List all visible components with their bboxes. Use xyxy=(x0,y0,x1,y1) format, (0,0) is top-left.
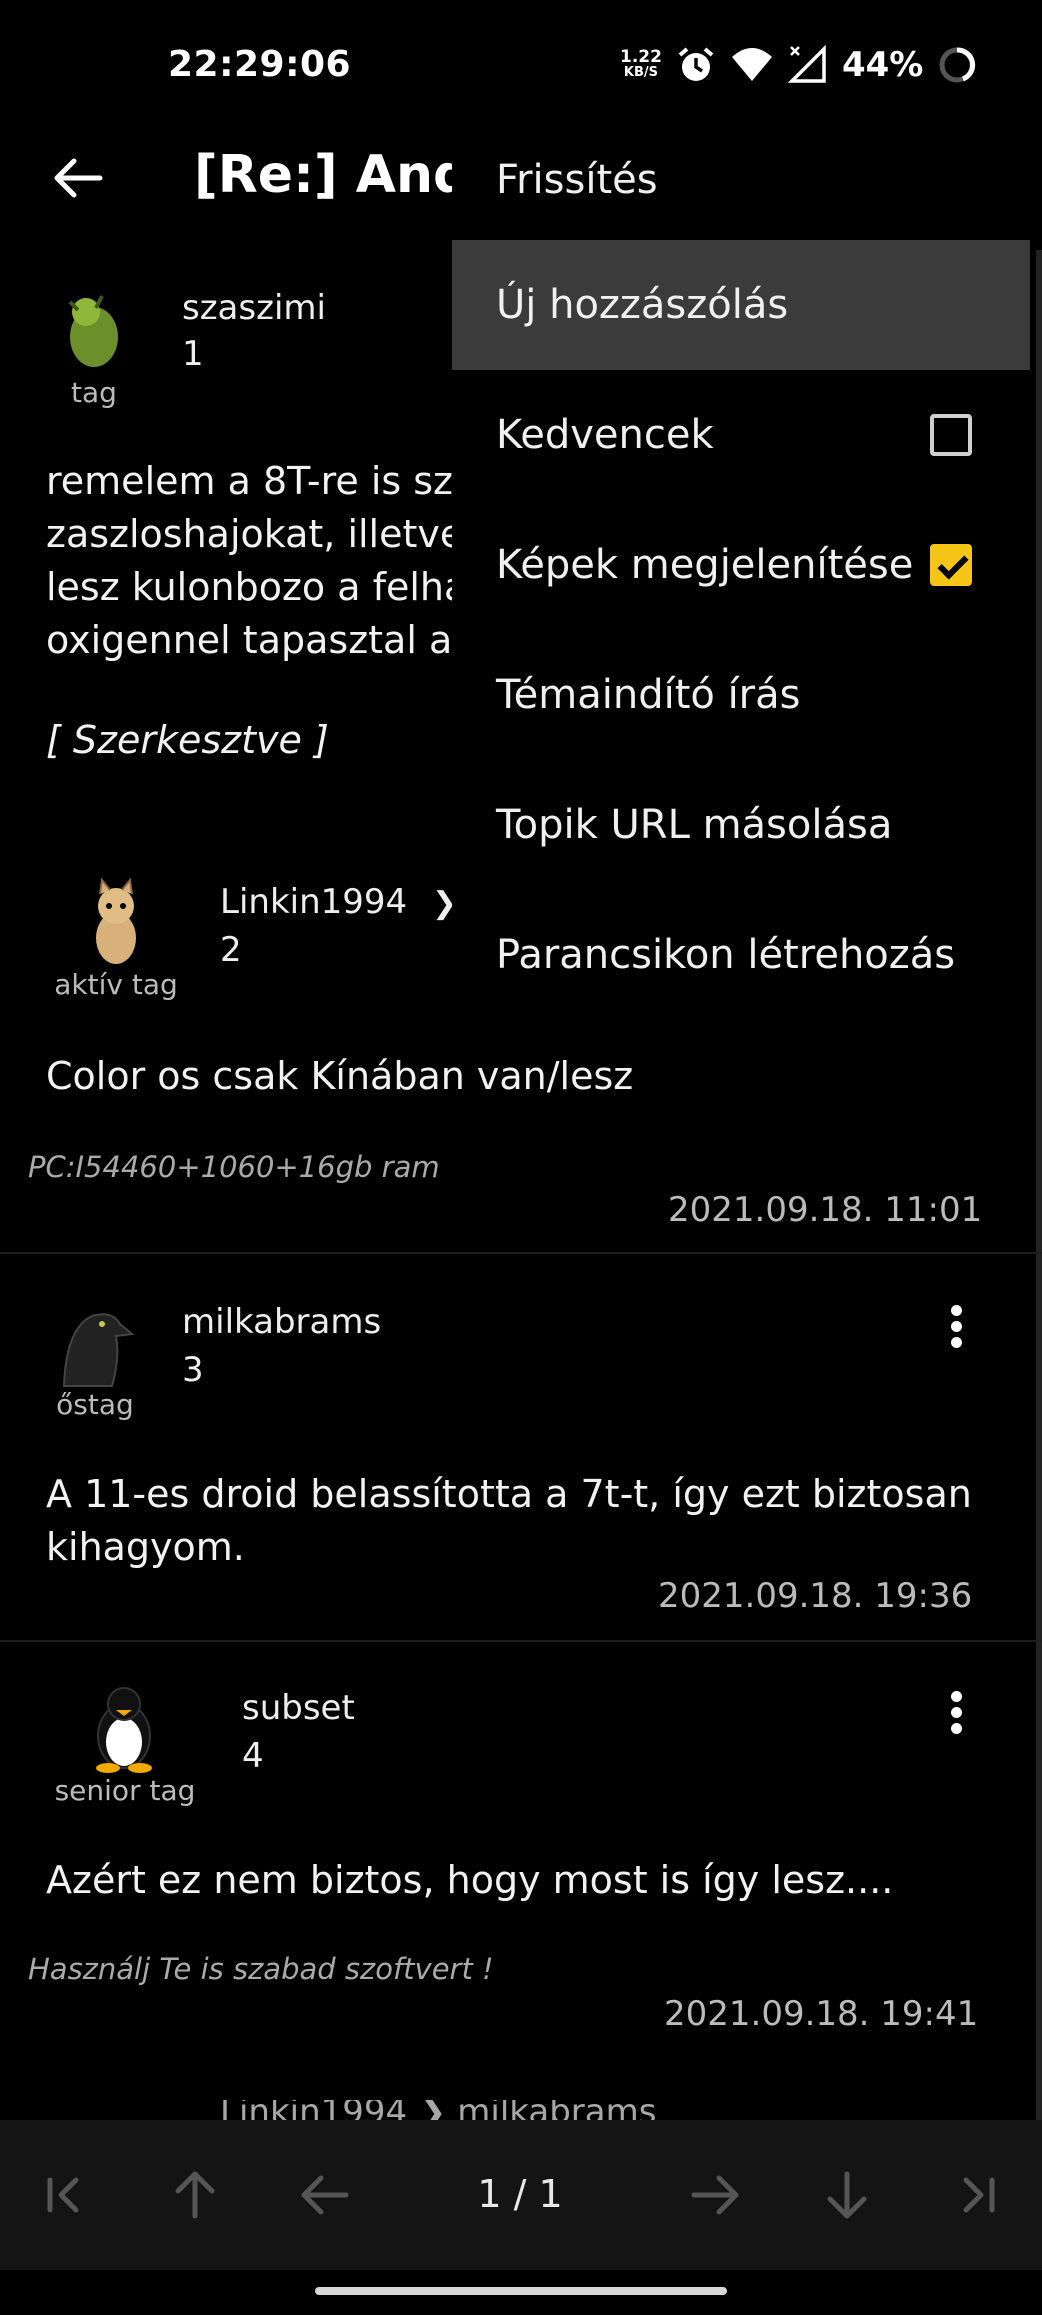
arrow-down-icon[interactable] xyxy=(812,2160,882,2230)
menu-item-label: Kedvencek xyxy=(496,412,714,458)
menu-item-new-post[interactable]: Új hozzászólás xyxy=(452,240,1030,370)
net-speed-unit: KB/S xyxy=(623,65,659,80)
net-speed-value: 1.22 xyxy=(620,47,662,67)
avatar-tux xyxy=(84,1680,164,1774)
page-indicator: 1 / 1 xyxy=(477,2172,563,2216)
menu-item-label: Topik URL másolása xyxy=(496,802,893,848)
post-line: remelem a 8T-re is sz xyxy=(46,459,453,503)
arrow-right-icon[interactable] xyxy=(680,2160,750,2230)
username-text: Linkin1994 xyxy=(220,882,408,922)
menu-item-topic-starter[interactable]: Témaindító írás xyxy=(452,630,1032,760)
post-text: Azért ez nem biztos, hogy most is így le… xyxy=(46,1858,894,1902)
menu-item-label: Témaindító írás xyxy=(496,672,801,718)
post-divider xyxy=(0,1640,1042,1642)
post-line: zaszloshajokat, illetve xyxy=(46,512,464,556)
username[interactable]: szaszimi xyxy=(182,288,326,328)
post-text: remelem a 8T-re is sz zaszloshajokat, il… xyxy=(46,455,467,667)
username[interactable]: Linkin1994 ❯ xyxy=(220,882,457,922)
post-line: A 11-es droid belassította a 7t-t, így e… xyxy=(46,1472,972,1516)
menu-item-label: Frissítés xyxy=(496,157,658,203)
post-signature: PC:I54460+1060+16gb ram xyxy=(28,1150,440,1184)
post-date: 2021.09.18. 19:41 xyxy=(664,1994,979,2034)
post-number: 2 xyxy=(220,930,242,970)
menu-item-label: Parancsikon létrehozás xyxy=(496,932,956,978)
show-images-checkbox[interactable] xyxy=(930,544,972,586)
arrow-left-icon[interactable] xyxy=(290,2160,360,2230)
post-number: 4 xyxy=(242,1736,264,1776)
post-text: A 11-es droid belassította a 7t-t, így e… xyxy=(46,1468,972,1574)
back-arrow-icon[interactable] xyxy=(48,148,108,208)
alarm-icon xyxy=(678,47,714,81)
username[interactable]: Linkin1994 ❯ milkabrams xyxy=(220,2100,656,2120)
net-speed: 1.22 KB/S xyxy=(620,49,662,81)
post-signature: Használj Te is szabad szoftvert ! xyxy=(28,1952,494,1986)
post-divider xyxy=(0,1252,1042,1254)
avatar-crow xyxy=(56,1298,136,1388)
avatar-cat xyxy=(76,876,156,968)
menu-item-show-images[interactable]: Képek megjelenítése xyxy=(452,500,1032,630)
more-vert-icon[interactable] xyxy=(936,1686,976,1746)
menu-item-refresh[interactable]: Frissítés xyxy=(452,130,1032,230)
last-page-icon[interactable] xyxy=(942,2160,1012,2230)
signal-icon xyxy=(787,45,826,83)
favorites-checkbox[interactable] xyxy=(930,414,972,456)
menu-item-label: Képek megjelenítése xyxy=(496,542,914,588)
post-number: 3 xyxy=(182,1350,204,1390)
user-rank: őstag xyxy=(56,1388,134,1421)
post-line: lesz kulonbozo a felha xyxy=(46,565,468,609)
more-vert-icon[interactable] xyxy=(936,1300,976,1360)
status-time: 22:29:06 xyxy=(168,44,352,85)
user-rank: senior tag xyxy=(54,1774,196,1807)
post-text: Color os csak Kínában van/lesz xyxy=(46,1054,634,1098)
gesture-handle[interactable] xyxy=(315,2287,727,2295)
battery-percent: 44% xyxy=(841,45,924,85)
post-date: 2021.09.18. 19:36 xyxy=(658,1576,973,1616)
menu-item-copy-url[interactable]: Topik URL másolása xyxy=(452,760,1032,890)
user-rank: tag xyxy=(71,376,117,409)
post-number: 1 xyxy=(182,334,204,374)
edited-marker: [ Szerkesztve ] xyxy=(46,718,329,762)
user-rank: aktív tag xyxy=(54,968,178,1001)
username[interactable]: milkabrams xyxy=(182,1302,381,1342)
overflow-menu: Frissítés Új hozzászólás Kedvencek Képek… xyxy=(452,130,1032,1010)
post-line: kihagyom. xyxy=(46,1525,245,1569)
page-title: [Re:] Andro xyxy=(194,145,454,205)
post-line: oxigennel tapasztal a xyxy=(46,618,453,662)
menu-item-favorites[interactable]: Kedvencek xyxy=(452,370,1032,500)
post-date: 2021.09.18. 11:01 xyxy=(668,1190,983,1230)
username[interactable]: subset xyxy=(242,1688,355,1728)
status-icons: 1.22 KB/S 44% xyxy=(620,40,977,90)
first-page-icon[interactable] xyxy=(30,2160,100,2230)
wifi-icon xyxy=(731,48,772,81)
arrow-up-icon[interactable] xyxy=(160,2160,230,2230)
menu-item-create-shortcut[interactable]: Parancsikon létrehozás xyxy=(452,890,1032,1020)
battery-ring-icon xyxy=(939,47,976,83)
scrollbar[interactable] xyxy=(1036,250,1042,2120)
avatar-dragon xyxy=(56,282,132,374)
menu-item-label: Új hozzászólás xyxy=(496,282,789,328)
post-partial: Linkin1994 ❯ milkabrams xyxy=(0,2100,1042,2120)
